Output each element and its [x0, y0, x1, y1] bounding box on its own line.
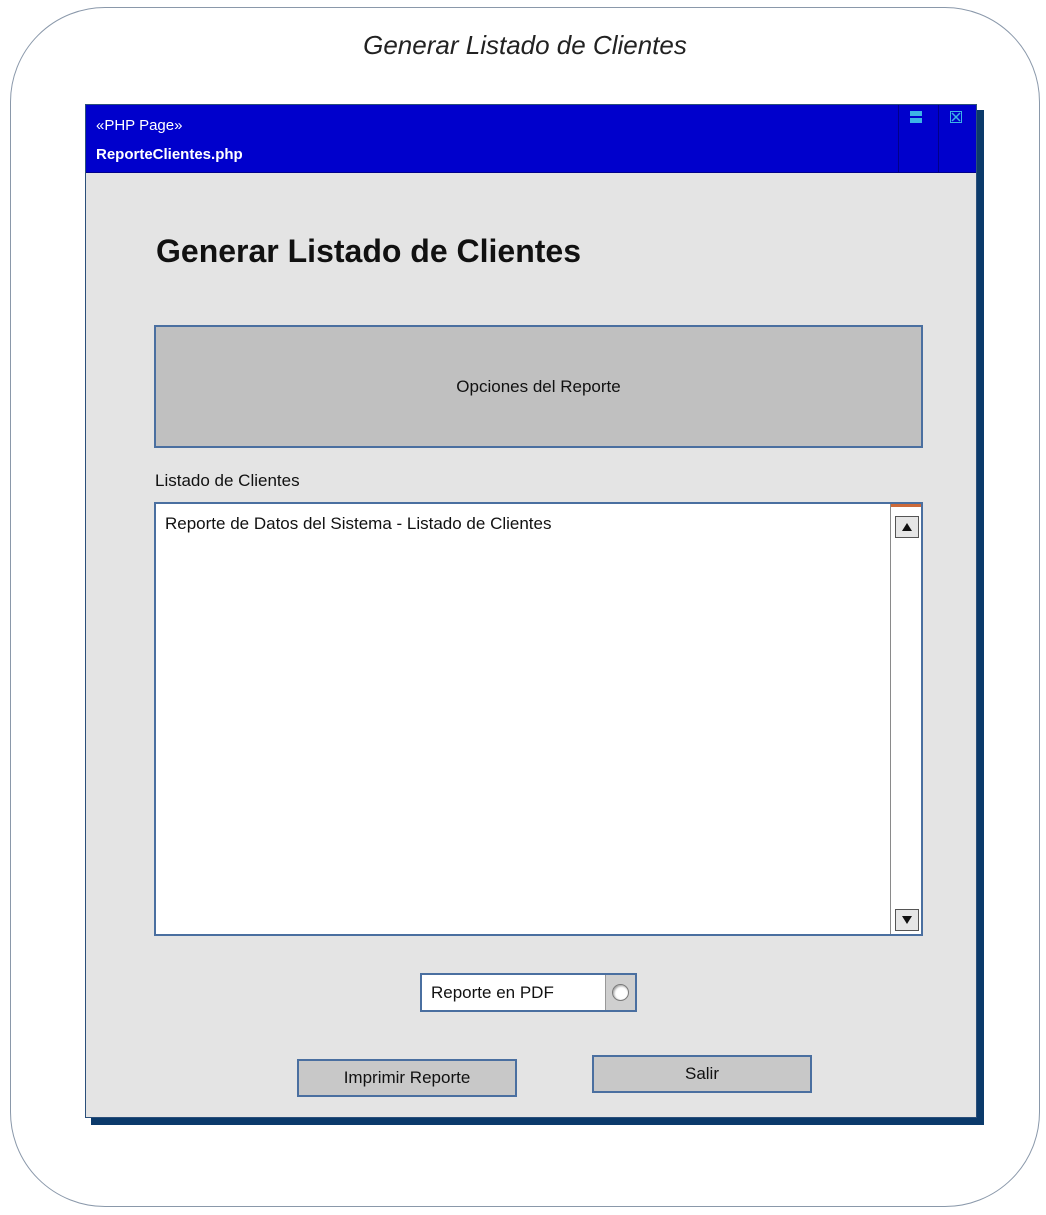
page-stereotype: «PHP Page» — [96, 117, 183, 134]
report-options-label: Opciones del Reporte — [456, 376, 621, 396]
pdf-radio-container — [605, 975, 635, 1010]
close-icon[interactable] — [950, 111, 962, 123]
php-page-window: «PHP Page» ReporteClientes.php Generar L… — [85, 104, 977, 1118]
print-report-button[interactable]: Imprimir Reporte — [297, 1059, 517, 1097]
list-item[interactable]: Reporte de Datos del Sistema - Listado d… — [165, 514, 551, 534]
pdf-report-label: Reporte en PDF — [431, 983, 554, 1002]
pdf-report-option[interactable]: Reporte en PDF — [420, 973, 637, 1012]
client-list-box[interactable]: Reporte de Datos del Sistema - Listado d… — [154, 502, 923, 936]
scrollbar-cap — [891, 504, 921, 507]
pdf-radio-button[interactable] — [612, 984, 629, 1001]
exit-button[interactable]: Salir — [592, 1055, 812, 1093]
arrow-up-icon — [902, 523, 912, 531]
titlebar-divider — [938, 105, 939, 172]
scroll-down-button[interactable] — [895, 909, 919, 931]
report-options-panel[interactable]: Opciones del Reporte — [154, 325, 923, 448]
titlebar-divider — [898, 105, 899, 172]
minimize-icon[interactable] — [910, 111, 922, 123]
arrow-down-icon — [902, 916, 912, 924]
window-titlebar: «PHP Page» ReporteClientes.php — [86, 105, 976, 173]
client-list-label: Listado de Clientes — [155, 471, 300, 490]
vertical-scrollbar[interactable] — [890, 504, 921, 934]
scroll-up-button[interactable] — [895, 516, 919, 538]
page-filename: ReporteClientes.php — [96, 146, 243, 163]
page-title: Generar Listado de Clientes — [156, 233, 582, 269]
diagram-title: Generar Listado de Clientes — [363, 30, 687, 60]
